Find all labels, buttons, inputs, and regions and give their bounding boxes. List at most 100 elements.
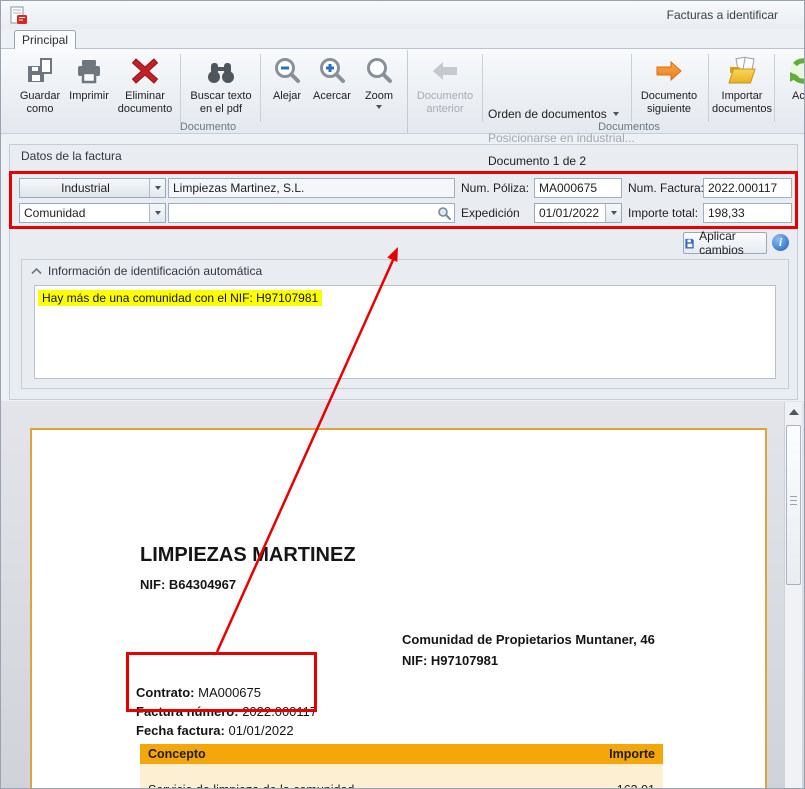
invoice-client-name: Comunidad de Propietarios Muntaner, 46	[402, 629, 655, 650]
expedicion-label: Expedición	[461, 206, 520, 220]
invoice-number-value: 2022.000117	[239, 704, 318, 719]
document-preview-area: LIMPIEZAS MARTINEZ NIF: B64304967 Comuni…	[1, 401, 805, 789]
importe-label: Importe total:	[628, 206, 698, 220]
zoom-out-label: Alejar	[273, 90, 301, 103]
factura-label: Num. Factura:	[628, 181, 704, 195]
separator	[708, 54, 709, 122]
table-cell-importe: 163,91	[617, 783, 655, 789]
order-documents-menu[interactable]: Orden de documentos	[488, 106, 648, 122]
search-icon[interactable]	[437, 206, 452, 221]
invoice-client-block: Comunidad de Propietarios Muntaner, 46 N…	[402, 629, 655, 671]
delete-x-icon	[129, 55, 161, 87]
print-button[interactable]: Imprimir	[67, 52, 111, 130]
invoice-lines-table: Concepto Importe Servicio de limpieza de…	[140, 744, 663, 789]
printer-icon	[73, 55, 105, 87]
invoice-reference-block: Contrato: MA000675 Factura número: 2022.…	[136, 683, 317, 740]
industrial-type-value: Industrial	[24, 181, 147, 196]
save-as-button[interactable]: Guardar como	[13, 52, 67, 130]
next-document-button[interactable]: Documento siguiente	[635, 52, 703, 130]
contract-label: Contrato:	[136, 685, 195, 700]
previous-document-label: Documento anterior	[412, 90, 478, 116]
separator	[180, 54, 181, 122]
invoice-date-value: 01/01/2022	[225, 723, 294, 738]
industrial-name-field[interactable]: Limpiezas Martinez, S.L.	[168, 178, 455, 198]
invoice-company-name: LIMPIEZAS MARTINEZ	[140, 544, 356, 567]
document-counter-label: Documento 1 de 2	[488, 154, 586, 168]
info-icon[interactable]: i	[772, 234, 789, 251]
invoice-data-panel-title: Datos de la factura	[21, 149, 122, 163]
invoice-date-line: Fecha factura: 01/01/2022	[136, 721, 317, 740]
importe-field[interactable]: 198,33	[703, 203, 792, 223]
delete-document-button[interactable]: Eliminar documento	[113, 52, 177, 130]
invoice-company-nif: NIF: B64304967	[140, 577, 236, 592]
binoculars-icon	[205, 55, 237, 87]
next-document-label: Documento siguiente	[635, 90, 703, 116]
expedicion-date-value: 01/01/2022	[539, 206, 603, 221]
refresh-icon	[787, 55, 805, 87]
invoice-number-line: Factura número: 2022.000117	[136, 702, 317, 721]
invoice-date-label: Fecha factura:	[136, 723, 225, 738]
chevron-down-icon	[611, 211, 617, 215]
table-header-row: Concepto Importe	[140, 744, 663, 764]
comunidad-combo-arrow[interactable]	[149, 204, 165, 222]
search-pdf-button[interactable]: Buscar texto en el pdf	[185, 52, 257, 130]
zoom-icon	[363, 55, 395, 87]
zoom-out-icon	[271, 55, 303, 87]
tab-strip	[1, 29, 804, 48]
arrow-right-icon	[653, 55, 685, 87]
tab-principal[interactable]: Principal	[14, 30, 76, 49]
collapse-chevron-icon[interactable]	[31, 268, 42, 275]
zoom-label: Zoom	[365, 90, 393, 103]
expedicion-date-combo[interactable]: 01/01/2022	[534, 203, 622, 223]
search-pdf-label: Buscar texto en el pdf	[185, 90, 257, 116]
pdf-document-icon	[9, 6, 28, 25]
window-title: Facturas a identificar	[667, 8, 778, 22]
save-as-label: Guardar como	[13, 90, 67, 116]
import-documents-button[interactable]: Importar documentos	[712, 52, 772, 130]
separator	[631, 54, 632, 122]
table-cell-concepto: Servicio de limpieza de la comunidad	[148, 783, 354, 789]
table-header-importe: Importe	[609, 747, 655, 761]
refresh-button[interactable]: Actu	[778, 52, 805, 130]
zoom-in-label: Acercar	[313, 90, 351, 103]
comunidad-type-combo[interactable]: Comunidad	[19, 203, 166, 223]
separator	[482, 54, 483, 122]
table-header-concepto: Concepto	[148, 747, 206, 761]
auto-identification-messages: Hay más de una comunidad con el NIF: H97…	[34, 285, 776, 379]
industrial-combo-arrow[interactable]	[149, 179, 165, 197]
separator	[774, 54, 775, 122]
order-documents-dropdown-icon	[613, 112, 619, 116]
invoice-client-nif: NIF: H97107981	[402, 650, 655, 671]
save-as-icon	[24, 55, 56, 87]
zoom-out-button[interactable]: Alejar	[265, 52, 309, 130]
poliza-field[interactable]: MA000675	[534, 178, 622, 198]
chevron-down-icon	[155, 186, 161, 190]
factura-field[interactable]: 2022.000117	[703, 178, 792, 198]
auto-identification-title: Información de identificación automática	[48, 264, 262, 278]
expedicion-combo-arrow[interactable]	[605, 204, 621, 222]
contract-line: Contrato: MA000675	[136, 683, 317, 702]
comunidad-search-field[interactable]	[168, 203, 455, 223]
delete-document-label: Eliminar documento	[113, 90, 177, 116]
contract-value: MA000675	[195, 685, 262, 700]
import-documents-label: Importar documentos	[712, 90, 772, 116]
app-window: Facturas a identificar Principal Guardar…	[0, 0, 805, 789]
save-icon	[684, 236, 695, 250]
pdf-page: LIMPIEZAS MARTINEZ NIF: B64304967 Comuni…	[30, 428, 767, 789]
zoom-dropdown-arrow-icon	[376, 105, 382, 109]
scrollbar-up-arrow[interactable]	[789, 409, 799, 415]
group-label-documentos: Documentos	[561, 121, 697, 133]
previous-document-button[interactable]: Documento anterior	[412, 52, 478, 130]
apply-changes-button[interactable]: Aplicar cambios	[683, 232, 767, 254]
separator	[260, 54, 261, 122]
zoom-menu-button[interactable]: Zoom	[357, 52, 401, 130]
position-industrial-label: Posicionarse en industrial...	[488, 131, 635, 145]
zoom-in-button[interactable]: Acercar	[309, 52, 355, 130]
document-counter: Documento 1 de 2	[488, 153, 648, 169]
ribbon: Guardar como Imprimir Eliminar documento	[1, 48, 804, 134]
industrial-type-combo[interactable]: Industrial	[19, 178, 166, 198]
arrow-left-icon	[429, 55, 461, 87]
title-bar: Facturas a identificar	[1, 1, 804, 29]
table-row: Servicio de limpieza de la comunidad 163…	[140, 764, 663, 789]
group-separator	[407, 50, 408, 133]
